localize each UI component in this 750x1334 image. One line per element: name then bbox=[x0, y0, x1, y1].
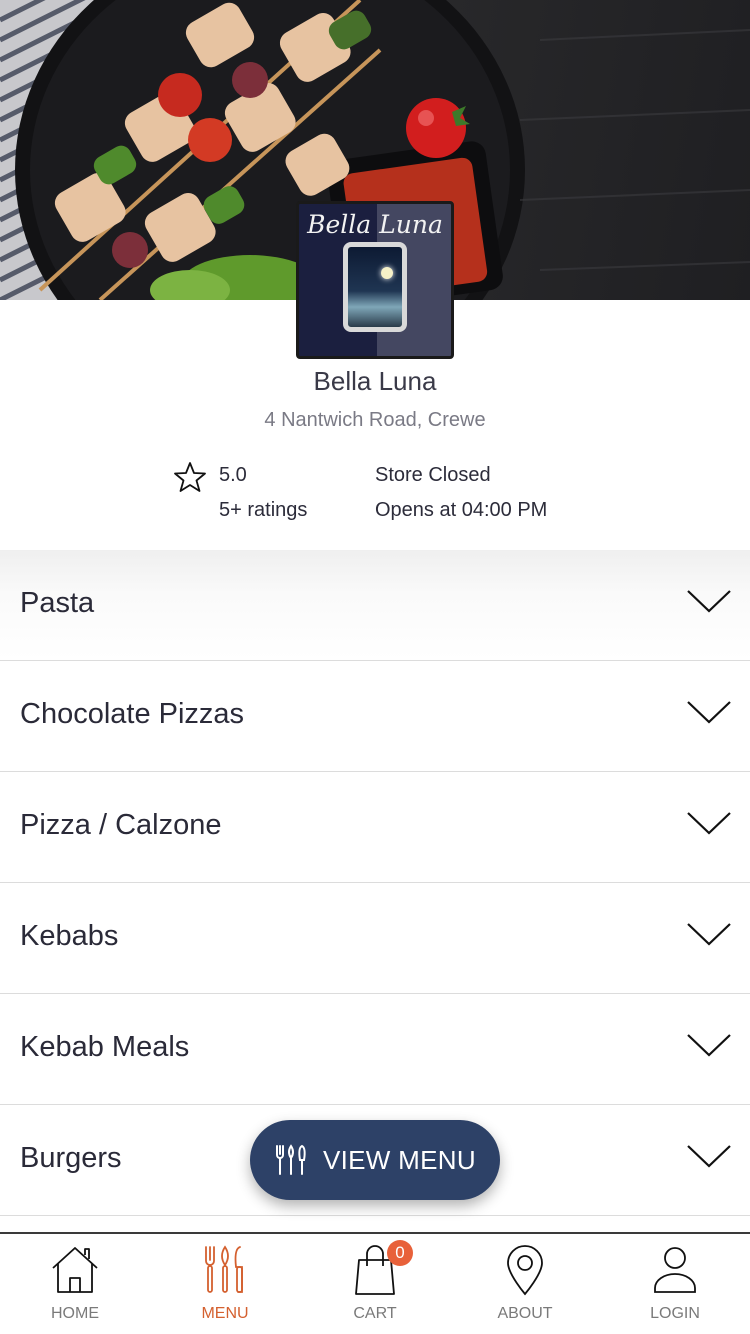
category-row-kebab-meals[interactable]: Kebab Meals bbox=[0, 994, 750, 1105]
cutlery-icon bbox=[276, 1144, 306, 1175]
tab-menu[interactable]: MENU bbox=[150, 1234, 300, 1334]
category-row-chocolate-pizzas[interactable]: Chocolate Pizzas bbox=[0, 661, 750, 772]
tab-label: HOME bbox=[51, 1305, 99, 1322]
chevron-down-icon[interactable] bbox=[686, 1143, 732, 1169]
store-address: 4 Nantwich Road, Crewe bbox=[264, 409, 486, 431]
tab-label: LOGIN bbox=[650, 1305, 700, 1322]
chevron-down-icon[interactable] bbox=[686, 810, 732, 836]
category-label: Pizza / Calzone bbox=[20, 809, 222, 841]
category-label: Kebabs bbox=[20, 920, 119, 952]
user-icon bbox=[654, 1247, 696, 1293]
category-row-pasta[interactable]: Pasta bbox=[0, 550, 750, 661]
chevron-down-icon[interactable] bbox=[686, 588, 732, 614]
logo-moon-picture bbox=[343, 242, 407, 332]
chevron-down-icon[interactable] bbox=[686, 1032, 732, 1058]
tab-cart[interactable]: 0 CART bbox=[300, 1234, 450, 1334]
tab-label: MENU bbox=[201, 1305, 249, 1322]
store-logo: Bella Luna bbox=[296, 201, 454, 359]
tab-about[interactable]: ABOUT bbox=[450, 1234, 600, 1334]
chevron-down-icon[interactable] bbox=[686, 699, 732, 725]
menu-category-list: Pasta Chocolate Pizzas Pizza / Calzone K… bbox=[0, 550, 750, 1216]
store-status: Store Closed bbox=[375, 464, 491, 486]
star-icon bbox=[174, 462, 206, 492]
logo-text: Bella Luna bbox=[307, 210, 443, 239]
category-label: Pasta bbox=[20, 587, 95, 619]
home-icon bbox=[52, 1247, 98, 1293]
chevron-down-icon[interactable] bbox=[686, 921, 732, 947]
category-label: Burgers bbox=[20, 1142, 122, 1174]
tab-label: ABOUT bbox=[497, 1305, 553, 1322]
cutlery-icon bbox=[205, 1245, 243, 1293]
tab-label: CART bbox=[353, 1305, 397, 1322]
bottom-tab-bar: HOME MENU 0 CART ABOUT LOGIN bbox=[0, 1232, 750, 1334]
location-pin-icon bbox=[507, 1245, 543, 1296]
view-menu-label: VIEW MENU bbox=[323, 1145, 476, 1175]
store-name: Bella Luna bbox=[313, 366, 437, 396]
cart-count-badge: 0 bbox=[387, 1240, 413, 1266]
moon-icon bbox=[381, 267, 393, 279]
category-label: Chocolate Pizzas bbox=[20, 698, 245, 730]
category-row-kebabs[interactable]: Kebabs bbox=[0, 883, 750, 994]
store-opening-time: Opens at 04:00 PM bbox=[375, 499, 548, 521]
tab-login[interactable]: LOGIN bbox=[600, 1234, 750, 1334]
tab-home[interactable]: HOME bbox=[0, 1234, 150, 1334]
rating-count: 5+ ratings bbox=[219, 499, 308, 521]
rating-value: 5.0 bbox=[219, 464, 247, 486]
view-menu-button[interactable]: VIEW MENU bbox=[250, 1120, 500, 1200]
category-row-pizza-calzone[interactable]: Pizza / Calzone bbox=[0, 772, 750, 883]
category-label: Kebab Meals bbox=[20, 1031, 190, 1063]
